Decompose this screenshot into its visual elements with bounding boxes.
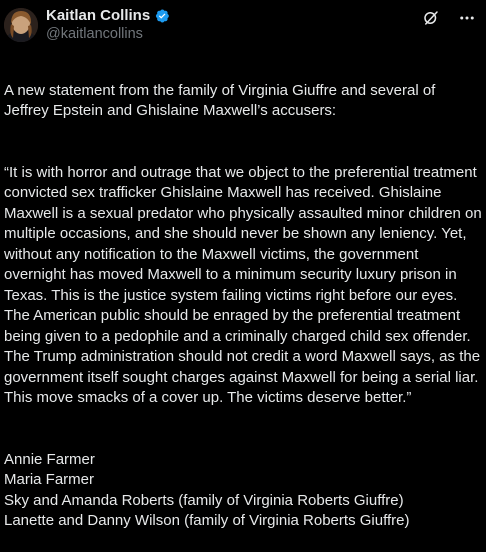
tweet-intro: A new statement from the family of Virgi…: [4, 81, 436, 120]
tweet-quote: “It is with horror and outrage that we o…: [4, 163, 482, 407]
grok-icon[interactable]: [422, 9, 440, 27]
tweet: Kaitlan Collins @kaitlancollins A new st…: [0, 0, 486, 529]
signatory: Maria Farmer: [4, 471, 95, 488]
author-names: Kaitlan Collins @kaitlancollins: [46, 6, 170, 44]
verified-badge-icon: [154, 8, 170, 24]
avatar[interactable]: [4, 8, 38, 42]
tweet-actions: [422, 9, 476, 27]
signatory: Lanette and Danny Wilson (family of Virg…: [4, 512, 410, 529]
tweet-header: Kaitlan Collins @kaitlancollins: [4, 6, 482, 50]
signatories: Annie Farmer Maria Farmer Sky and Amanda R…: [4, 450, 482, 532]
display-name[interactable]: Kaitlan Collins: [46, 6, 150, 25]
name-row: Kaitlan Collins: [46, 6, 170, 25]
signatory: Sky and Amanda Roberts (family of Virgin…: [4, 491, 404, 509]
signatory: Annie Farmer: [4, 450, 95, 468]
more-options-icon[interactable]: [458, 9, 476, 27]
handle[interactable]: @kaitlancollins: [46, 25, 170, 44]
tweet-text: A new statement from the family of Virgi…: [4, 60, 482, 552]
